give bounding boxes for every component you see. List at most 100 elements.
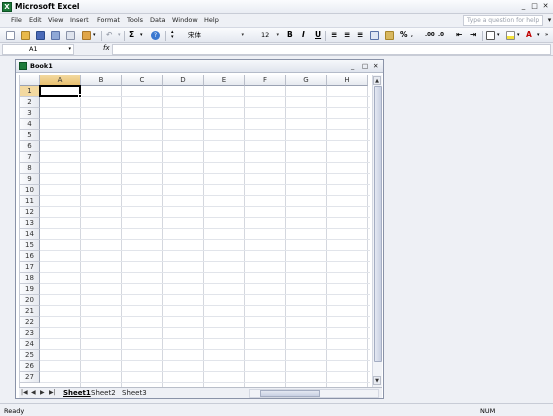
sheet-tab-sheet1[interactable]: Sheet1	[63, 389, 91, 397]
italic-button[interactable]: I	[302, 30, 305, 40]
row-header[interactable]: 17	[20, 262, 40, 273]
fx-icon[interactable]: fx	[103, 44, 110, 52]
paste-icon[interactable]	[82, 31, 91, 40]
toolbar-overflow-icon[interactable]: »	[545, 30, 548, 40]
scroll-down-icon[interactable]: ▼	[373, 376, 381, 385]
row-header[interactable]: 5	[20, 130, 40, 141]
autosum-icon[interactable]: Σ	[129, 30, 134, 40]
underline-button[interactable]: U	[315, 30, 321, 40]
row-header[interactable]: 18	[20, 273, 40, 284]
save-icon[interactable]	[36, 31, 45, 40]
column-header[interactable]: H	[327, 75, 368, 86]
first-sheet-icon[interactable]: |◀	[21, 389, 28, 396]
align-left-icon[interactable]: ≡	[331, 30, 337, 40]
last-sheet-icon[interactable]: ▶|	[49, 389, 56, 396]
row-header[interactable]: 22	[20, 317, 40, 328]
borders-icon[interactable]	[486, 31, 495, 40]
menu-view[interactable]: View	[48, 16, 63, 24]
help-search-input[interactable]: Type a question for help	[463, 15, 543, 26]
sheet-tab-sheet3[interactable]: Sheet3	[122, 389, 147, 397]
menu-tools[interactable]: Tools	[127, 16, 143, 24]
row-header[interactable]: 13	[20, 218, 40, 229]
new-document-icon[interactable]	[6, 31, 15, 40]
decrease-decimal-icon[interactable]: .0	[438, 30, 444, 40]
row-header[interactable]: 7	[20, 152, 40, 163]
fill-handle[interactable]	[78, 94, 82, 98]
increase-decimal-icon[interactable]: .00	[425, 30, 435, 40]
paste-dropdown-icon[interactable]: ▾	[93, 30, 96, 40]
column-header[interactable]: D	[163, 75, 204, 86]
row-header[interactable]: 12	[20, 207, 40, 218]
row-header[interactable]: 4	[20, 119, 40, 130]
vertical-scrollbar[interactable]: ▲ ▼	[372, 75, 382, 387]
name-box[interactable]: A1 ▾	[2, 44, 74, 55]
print-icon[interactable]	[66, 31, 75, 40]
menu-format[interactable]: Format	[97, 16, 120, 24]
autosum-dropdown-icon[interactable]: ▾	[140, 30, 143, 40]
open-folder-icon[interactable]	[21, 31, 30, 40]
close-button[interactable]: ✕	[541, 2, 550, 11]
merge-center-icon[interactable]	[370, 31, 379, 40]
row-header[interactable]: 27	[20, 372, 40, 383]
scroll-up-icon[interactable]: ▲	[373, 76, 381, 85]
menu-data[interactable]: Data	[150, 16, 166, 24]
align-center-icon[interactable]: ≡	[344, 30, 350, 40]
workbook-restore-button[interactable]: □	[362, 62, 368, 71]
row-header[interactable]: 21	[20, 306, 40, 317]
column-header[interactable]: C	[122, 75, 163, 86]
currency-icon[interactable]	[385, 31, 394, 40]
row-header[interactable]: 20	[20, 295, 40, 306]
borders-dropdown-icon[interactable]: ▾	[497, 30, 500, 40]
select-all-corner[interactable]	[20, 75, 40, 86]
row-header[interactable]: 15	[20, 240, 40, 251]
toolbar-options-icon[interactable]: ▴ ▾	[171, 30, 174, 40]
column-header[interactable]: F	[245, 75, 286, 86]
font-size-select[interactable]: 12 ▾	[257, 30, 281, 41]
decrease-indent-icon[interactable]: ⇤	[456, 30, 462, 40]
next-sheet-icon[interactable]: ▶	[40, 389, 45, 396]
active-cell[interactable]	[39, 85, 81, 97]
row-header[interactable]: 26	[20, 361, 40, 372]
row-header[interactable]: 8	[20, 163, 40, 174]
align-right-icon[interactable]: ≡	[357, 30, 363, 40]
menu-insert[interactable]: Insert	[70, 16, 89, 24]
row-header[interactable]: 3	[20, 108, 40, 119]
menu-window[interactable]: Window	[172, 16, 198, 24]
row-header[interactable]: 9	[20, 174, 40, 185]
row-header[interactable]: 2	[20, 97, 40, 108]
row-header[interactable]: 25	[20, 350, 40, 361]
row-header[interactable]: 14	[20, 229, 40, 240]
help-dropdown-icon[interactable]: ▾	[545, 16, 553, 25]
maximize-button[interactable]: □	[530, 2, 539, 11]
undo-dropdown-icon[interactable]: ▾	[118, 30, 121, 40]
row-header[interactable]: 1	[20, 86, 40, 97]
vertical-scroll-thumb[interactable]	[374, 86, 382, 362]
workbook-close-button[interactable]: ✕	[373, 62, 378, 71]
percent-icon[interactable]: %	[400, 30, 408, 40]
menu-edit[interactable]: Edit	[29, 16, 42, 24]
column-header[interactable]: G	[286, 75, 327, 86]
row-header[interactable]: 24	[20, 339, 40, 350]
font-name-select[interactable]: 宋体 ▾	[184, 30, 246, 41]
row-header[interactable]: 6	[20, 141, 40, 152]
horizontal-scroll-thumb[interactable]	[260, 390, 320, 397]
minimize-button[interactable]: _	[519, 2, 528, 11]
workbook-minimize-button[interactable]: _	[351, 62, 354, 71]
bold-button[interactable]: B	[287, 30, 293, 40]
row-header[interactable]: 19	[20, 284, 40, 295]
prev-sheet-icon[interactable]: ◀	[31, 389, 36, 396]
row-header[interactable]: 16	[20, 251, 40, 262]
fill-color-dropdown-icon[interactable]: ▾	[517, 30, 520, 40]
help-icon[interactable]: ?	[151, 31, 160, 40]
menu-help[interactable]: Help	[204, 16, 219, 24]
horizontal-scrollbar[interactable]	[249, 389, 379, 398]
row-header[interactable]: 11	[20, 196, 40, 207]
row-header[interactable]: 10	[20, 185, 40, 196]
comma-style-icon[interactable]: ,	[411, 30, 413, 40]
column-header[interactable]: B	[81, 75, 122, 86]
row-header[interactable]: 23	[20, 328, 40, 339]
font-color-icon[interactable]: A	[526, 30, 532, 40]
menu-file[interactable]: File	[11, 16, 22, 24]
font-color-dropdown-icon[interactable]: ▾	[537, 30, 540, 40]
undo-icon[interactable]: ↶	[106, 30, 112, 40]
